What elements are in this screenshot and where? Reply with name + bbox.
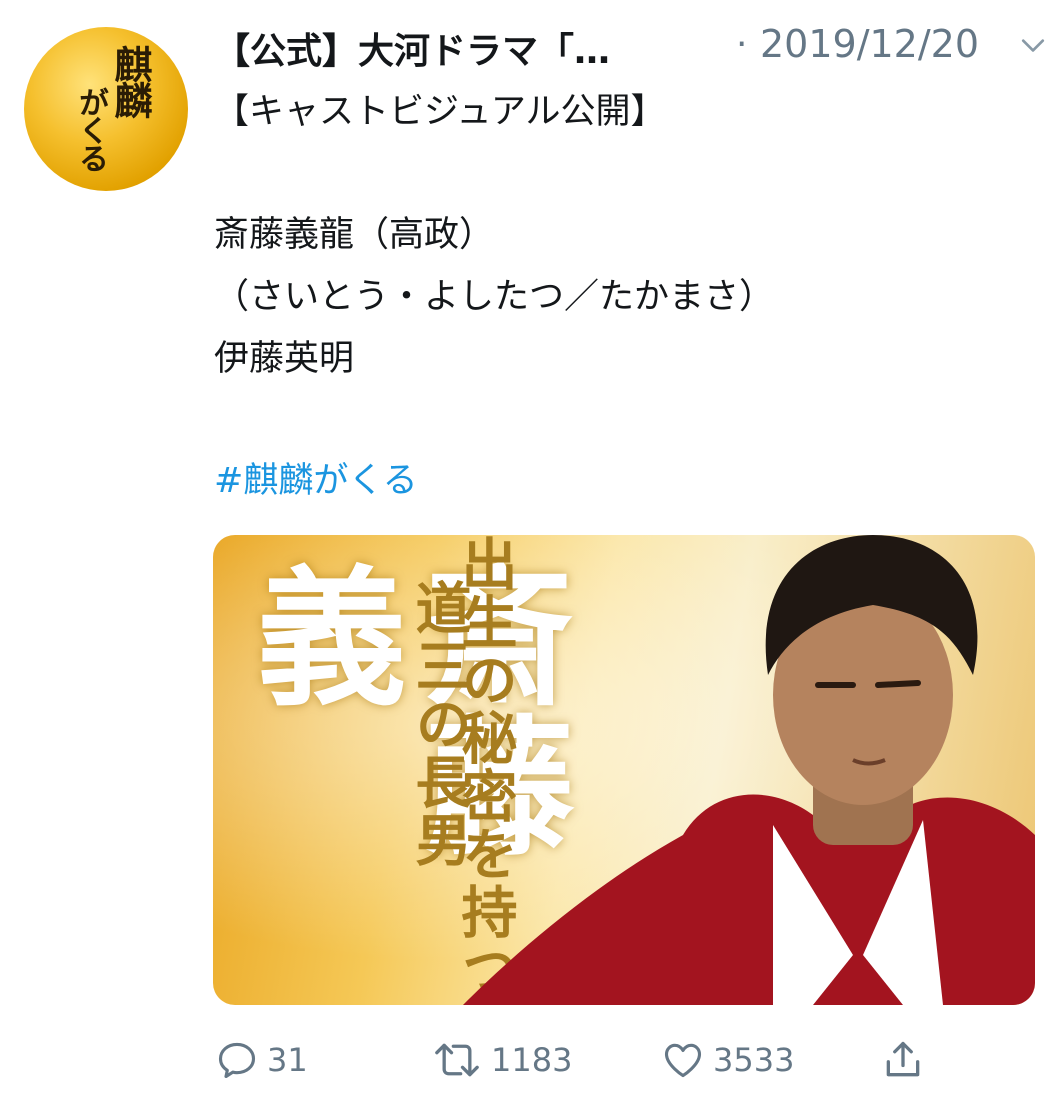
share-icon	[886, 1041, 920, 1077]
like-button[interactable]: 3533	[661, 1032, 794, 1088]
tweet-text-line: 伊藤英明	[214, 339, 355, 379]
chevron-down-icon[interactable]	[1020, 32, 1046, 58]
avatar-text-main: 麒麟	[108, 45, 153, 117]
retweet-icon	[435, 1043, 479, 1077]
tweet-text-line: 斎藤義龍（高政）	[214, 215, 495, 255]
reply-count: 31	[267, 1041, 308, 1079]
tweet-date[interactable]: 2019/12/20	[760, 22, 979, 66]
tweet-media-image[interactable]: 斎藤義 出生の秘密を持つ 道三の長男	[213, 535, 1035, 1005]
reply-button[interactable]: 31	[215, 1032, 308, 1088]
like-count: 3533	[713, 1041, 795, 1079]
tweet-text-line: 【キャストビジュアル公開】	[214, 92, 666, 132]
retweet-count: 1183	[491, 1041, 573, 1079]
author-name[interactable]: 【公式】大河ドラマ「…	[214, 22, 610, 74]
reply-icon	[218, 1042, 256, 1079]
hashtag-link[interactable]: #麒麟がくる	[214, 461, 418, 501]
share-button[interactable]	[881, 1032, 925, 1088]
tweet-actions: 31 1183 3533	[213, 1032, 1043, 1088]
avatar-text-sub: がくる	[73, 87, 108, 171]
tweet-text-line: （さいとう・よしたつ／たかまさ）	[214, 277, 775, 317]
portrait-figure	[463, 535, 1035, 1005]
like-icon	[664, 1043, 702, 1078]
avatar[interactable]: 麒麟 がくる	[24, 27, 188, 191]
tweet-header: 【公式】大河ドラマ「… · 2019/12/20	[214, 18, 1046, 74]
retweet-button[interactable]: 1183	[431, 1032, 572, 1088]
separator-dot: ·	[736, 24, 748, 65]
